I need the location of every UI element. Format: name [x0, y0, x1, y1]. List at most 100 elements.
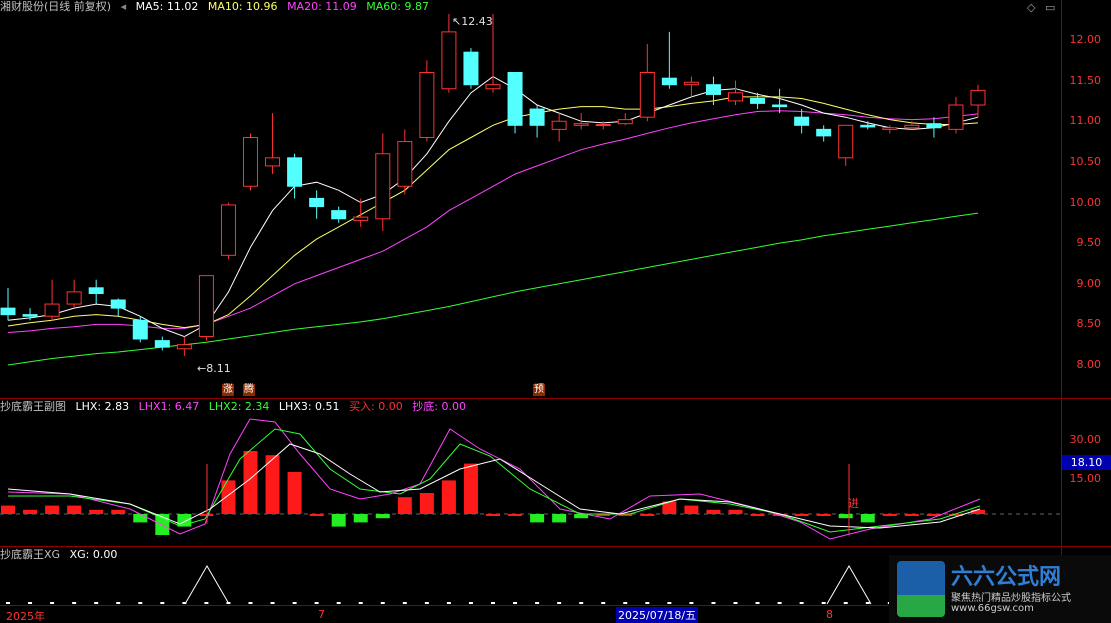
xg-baseline-mark: [513, 602, 518, 604]
sub1-value-box: 18.10: [1062, 455, 1111, 470]
ma60-line: [7, 212, 979, 366]
xg-baseline-mark: [358, 602, 363, 604]
xaxis-start: 2025年: [6, 610, 45, 623]
logo-text: 六六公式网: [951, 565, 1062, 590]
sub1-bar: [441, 480, 456, 514]
xg-baseline-mark: [116, 602, 121, 604]
xg-baseline-mark: [380, 602, 385, 604]
sub1-bar: [67, 505, 82, 514]
candle-body: [794, 116, 810, 126]
price-ytick: 11.50: [1069, 73, 1102, 87]
sub1-bar: [794, 514, 809, 516]
sub1-bar: [508, 514, 523, 516]
sub1-lhx1: LHX1: 6.47: [138, 400, 200, 413]
candle-body: [882, 127, 898, 130]
logo-mark-icon: [897, 561, 945, 617]
candle-body: [529, 108, 545, 126]
candle-body: [573, 123, 589, 126]
sub1-bar: [23, 509, 38, 514]
ma-toggle-icon[interactable]: ◂: [121, 0, 127, 13]
candle-body: [220, 204, 236, 256]
candle-body: [22, 314, 38, 317]
sub1-bar: [640, 514, 655, 516]
xg-baseline-mark: [579, 602, 584, 604]
candle: [353, 198, 369, 227]
candle-body: [838, 124, 854, 159]
candle-body: [728, 92, 743, 102]
candle-body: [397, 141, 413, 187]
low-price-label: ←8.11: [197, 362, 231, 375]
sub1-bar: [375, 514, 390, 519]
xg-baseline-mark: [446, 602, 451, 604]
candle: [661, 31, 677, 89]
tag-zhang: 涨: [222, 384, 234, 396]
candle-body: [948, 104, 964, 130]
sub1-indicator-chart[interactable]: [0, 414, 1061, 546]
price-ytick: 10.50: [1069, 154, 1102, 168]
xg-baseline-mark: [755, 602, 760, 604]
candle-body: [110, 299, 126, 309]
xg-baseline-mark: [821, 602, 826, 604]
sub1-bar: [287, 472, 302, 514]
sub1-lhx1-line: [7, 418, 981, 540]
ma5-label: MA5: 11.02: [135, 0, 199, 13]
candle: [220, 202, 236, 260]
candle-body: [88, 287, 104, 294]
sub1-bar: [353, 514, 368, 523]
candle: [926, 117, 942, 138]
sub1-buy: 买入: 0.00: [349, 400, 403, 413]
panel-toggle-icon[interactable]: ◇: [1027, 1, 1035, 14]
sub1-bar: [860, 514, 875, 523]
sub1-bar: [971, 509, 985, 514]
sub1-lhx2: LHX2: 2.34: [208, 400, 270, 413]
sub1-bar: [221, 480, 236, 514]
sub1-bar: [728, 509, 743, 514]
sub2-xg: XG: 0.00: [69, 548, 118, 561]
sub1-bar: [882, 514, 897, 516]
sub1-chaodi: 抄底: 0.00: [412, 400, 466, 413]
candle-body: [265, 157, 281, 167]
xg-baseline-mark: [50, 602, 55, 604]
candle-body: [485, 84, 501, 90]
candle-body: [353, 216, 369, 221]
xaxis-month-7: 7: [318, 608, 325, 621]
candle: [639, 44, 655, 122]
sub1-bar: [89, 509, 104, 514]
xg-baseline-mark: [733, 602, 738, 604]
candle-body: [309, 197, 325, 208]
sub1-title: 抄底霸王副图: [0, 400, 66, 413]
xg-baseline-mark: [468, 602, 473, 604]
sub1-bar: [552, 514, 567, 523]
candle-body: [705, 84, 721, 95]
candle: [948, 96, 964, 134]
candle-body: [772, 104, 788, 108]
candle: [683, 76, 699, 97]
main-price-chart[interactable]: [0, 14, 1061, 398]
xg-baseline-mark: [689, 602, 694, 604]
ma5-line: [7, 76, 979, 338]
xg-baseline-mark: [6, 602, 10, 604]
logo-url: www.66gsw.com: [951, 603, 1034, 614]
candle: [110, 298, 126, 317]
xg-baseline-mark: [711, 602, 716, 604]
candle-body: [904, 124, 920, 129]
candle-body: [617, 119, 633, 125]
candle: [551, 113, 567, 142]
price-ytick: 12.00: [1069, 33, 1102, 46]
price-ytick: 10.00: [1069, 195, 1102, 209]
candle-body: [750, 98, 766, 104]
candle-body: [287, 157, 303, 187]
candle-body: [132, 319, 148, 340]
sub1-header: 抄底霸王副图 LHX: 2.83 LHX1: 6.47 LHX2: 2.34 L…: [0, 400, 472, 414]
candle-body: [243, 137, 258, 187]
sub2-header: 抄底霸王XG XG: 0.00: [0, 548, 123, 562]
ma60-label: MA60: 9.87: [366, 0, 429, 13]
sub1-lhx2-line: [8, 428, 981, 533]
low-price-value: 8.11: [206, 362, 231, 375]
candle-body: [970, 89, 986, 106]
sub1-ytick-30: 30.00: [1069, 433, 1102, 446]
panel-close-icon[interactable]: ▭: [1045, 1, 1055, 14]
xg-baseline-mark: [270, 602, 275, 604]
xg-baseline-mark: [94, 602, 99, 604]
candle: [176, 336, 192, 357]
